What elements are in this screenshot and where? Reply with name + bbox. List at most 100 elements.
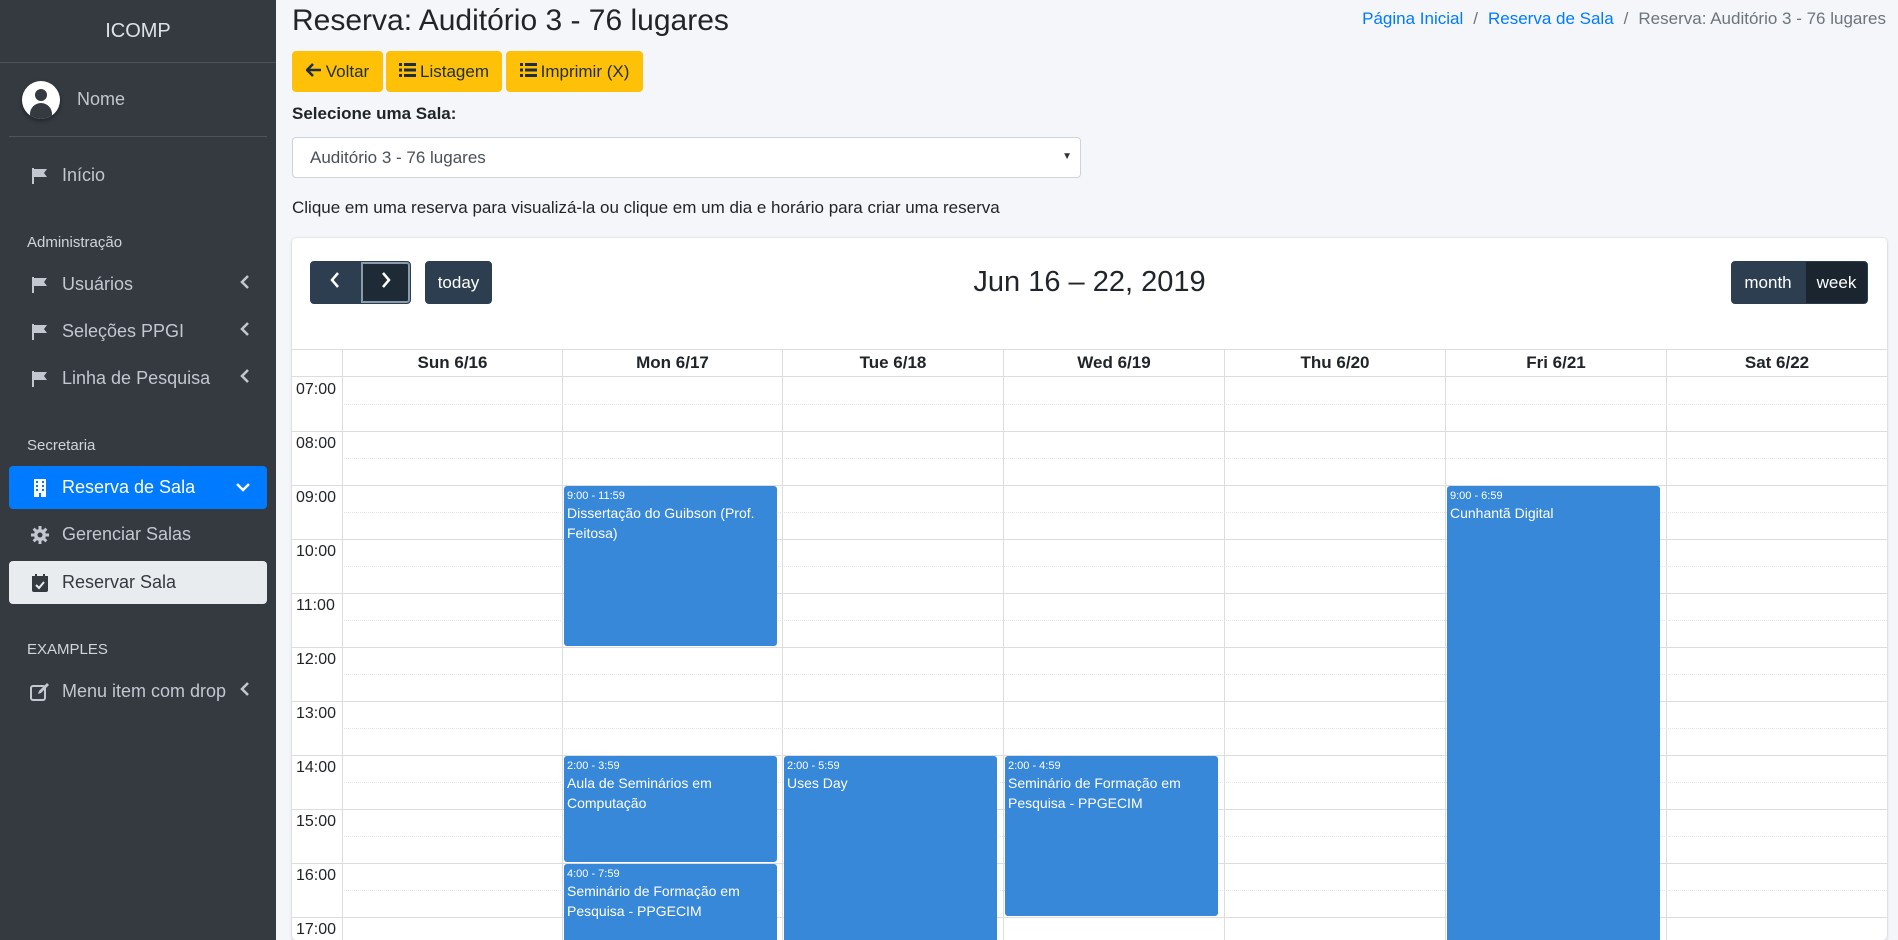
time-label: 07:00 — [296, 381, 337, 398]
sidebar-item-inicio[interactable]: Início — [9, 154, 267, 197]
time-label: 08:00 — [296, 435, 337, 452]
sidebar-item-selecoes-ppgi[interactable]: Seleções PPGI — [9, 310, 267, 353]
arrow-left-icon — [304, 62, 322, 82]
chevron-down-icon — [236, 479, 250, 497]
breadcrumb-current: Reserva: Auditório 3 - 76 lugares — [1638, 9, 1886, 28]
time-label: 10:00 — [296, 543, 337, 560]
room-select[interactable]: Auditório 3 - 76 lugares ▼ — [292, 137, 1081, 178]
back-button-label: Voltar — [325, 61, 370, 81]
sidebar-item-reserva-de-sala[interactable]: Reserva de Sala — [9, 466, 267, 509]
room-select-label: Selecione uma Sala: — [292, 104, 457, 123]
event-title: Uses Day — [787, 775, 848, 791]
month-view-button[interactable]: month — [1731, 261, 1805, 304]
column-divider — [562, 377, 563, 940]
sidebar-item-label: Seleções PPGI — [62, 321, 185, 341]
column-divider — [1445, 377, 1446, 940]
list-button-label: Listagem — [420, 61, 489, 81]
calendar-event[interactable]: 2:00 - 3:59 Aula de Seminários em Comput… — [564, 756, 777, 862]
calendar-event[interactable]: 2:00 - 5:59 Uses Day — [784, 756, 997, 940]
back-button[interactable]: Voltar — [292, 51, 383, 92]
sidebar-item-linha-de-pesquisa[interactable]: Linha de Pesquisa — [9, 357, 267, 400]
list-button[interactable]: Listagem — [386, 51, 502, 92]
time-label: 17:00 — [296, 921, 337, 938]
flag-icon — [29, 368, 51, 390]
column-divider — [342, 377, 343, 940]
flag-icon — [29, 321, 51, 343]
caret-down-icon: ▼ — [1062, 151, 1072, 162]
list-icon — [519, 62, 537, 82]
breadcrumb-home-link[interactable]: Página Inicial — [1362, 9, 1463, 29]
calendar-card: today Jun 16 – 22, 2019 month week Sun 6… — [292, 238, 1887, 940]
time-gutter-header — [292, 350, 342, 377]
time-label: 11:00 — [296, 597, 335, 614]
day-header-fri: Fri 6/21 — [1445, 350, 1666, 377]
week-grid[interactable]: Sun 6/16 Mon 6/17 Tue 6/18 Wed 6/19 Thu … — [292, 349, 1887, 940]
nav-header-examples: EXAMPLES — [27, 641, 108, 658]
calendar-event[interactable]: 2:00 - 4:59 Seminário de Formação em Pes… — [1005, 756, 1218, 916]
column-divider — [782, 377, 783, 940]
sidebar: ICOMP Nome Início Administração Usuários… — [0, 0, 276, 940]
day-header-mon: Mon 6/17 — [562, 350, 782, 377]
building-icon — [29, 477, 51, 499]
column-divider — [1003, 377, 1004, 940]
hour-line — [292, 431, 1887, 432]
event-title: Seminário de Formação em Pesquisa - PPGE… — [1008, 775, 1181, 811]
sidebar-item-label: Usuários — [62, 274, 134, 294]
month-view-label: month — [1744, 272, 1792, 292]
nav-header-administracao: Administração — [27, 234, 123, 251]
time-label: 12:00 — [296, 651, 337, 668]
sidebar-item-menu-item-com-drop[interactable]: Menu item com drop — [9, 670, 267, 713]
event-time: 2:00 - 4:59 — [1008, 760, 1061, 772]
event-title: Seminário de Formação em Pesquisa - PPGE… — [567, 883, 740, 919]
sidebar-item-label: Gerenciar Salas — [62, 524, 192, 544]
week-view-label: week — [1816, 272, 1857, 292]
time-label: 09:00 — [296, 489, 337, 506]
time-label: 13:00 — [296, 705, 337, 722]
half-hour-line — [342, 404, 1887, 405]
flag-icon — [29, 165, 51, 187]
list-icon — [399, 62, 416, 82]
sidebar-item-usuarios[interactable]: Usuários — [9, 263, 267, 306]
gear-icon — [29, 524, 51, 546]
page-title: Reserva: Auditório 3 - 76 lugares — [292, 4, 729, 37]
calendar-event[interactable]: 9:00 - 6:59 Cunhantã Digital — [1447, 486, 1660, 940]
sidebar-item-label: Reservar Sala — [62, 572, 177, 592]
day-header-thu: Thu 6/20 — [1224, 350, 1445, 377]
day-header-sun: Sun 6/16 — [342, 350, 562, 377]
column-divider — [1666, 377, 1667, 940]
edit-icon — [29, 681, 51, 703]
half-hour-line — [342, 458, 1887, 459]
sidebar-item-label: Menu item com drop — [62, 681, 227, 701]
breadcrumb-separator: / — [1473, 9, 1478, 28]
day-header-wed: Wed 6/19 — [1003, 350, 1224, 377]
user-name: Nome — [77, 89, 126, 109]
chevron-left-icon — [240, 275, 250, 294]
print-button-label: Imprimir (X) — [540, 61, 630, 81]
chevron-left-icon — [240, 682, 250, 701]
chevron-left-icon — [240, 369, 250, 388]
event-title: Cunhantã Digital — [1450, 505, 1554, 521]
breadcrumb-reserva-link[interactable]: Reserva de Sala — [1488, 9, 1614, 29]
flag-icon — [29, 274, 51, 296]
event-title: Aula de Seminários em Computação — [567, 775, 712, 811]
calendar-check-icon — [29, 572, 51, 594]
brand-logo[interactable]: ICOMP — [0, 0, 276, 63]
breadcrumb: Página Inicial / Reserva de Sala / Reser… — [1362, 9, 1886, 29]
event-time: 2:00 - 5:59 — [787, 760, 840, 772]
avatar — [22, 80, 60, 119]
print-button[interactable]: Imprimir (X) — [506, 51, 643, 92]
time-label: 14:00 — [296, 759, 337, 776]
calendar-event[interactable]: 9:00 - 11:59 Dissertação do Guibson (Pro… — [564, 486, 777, 646]
sidebar-item-label: Linha de Pesquisa — [62, 368, 211, 388]
sidebar-item-gerenciar-salas[interactable]: Gerenciar Salas — [9, 513, 267, 556]
calendar-hint: Clique em uma reserva para visualizá-la … — [292, 198, 1000, 217]
brand-text: ICOMP — [105, 19, 171, 42]
day-header-tue: Tue 6/18 — [782, 350, 1003, 377]
room-select-value: Auditório 3 - 76 lugares — [310, 147, 486, 167]
day-header-sat: Sat 6/22 — [1666, 350, 1887, 377]
sidebar-item-reservar-sala[interactable]: Reservar Sala — [9, 561, 267, 604]
user-panel[interactable]: Nome — [9, 63, 267, 137]
chevron-left-icon — [240, 322, 250, 341]
calendar-event[interactable]: 4:00 - 7:59 Seminário de Formação em Pes… — [564, 864, 777, 940]
week-view-button[interactable]: week — [1805, 261, 1868, 304]
